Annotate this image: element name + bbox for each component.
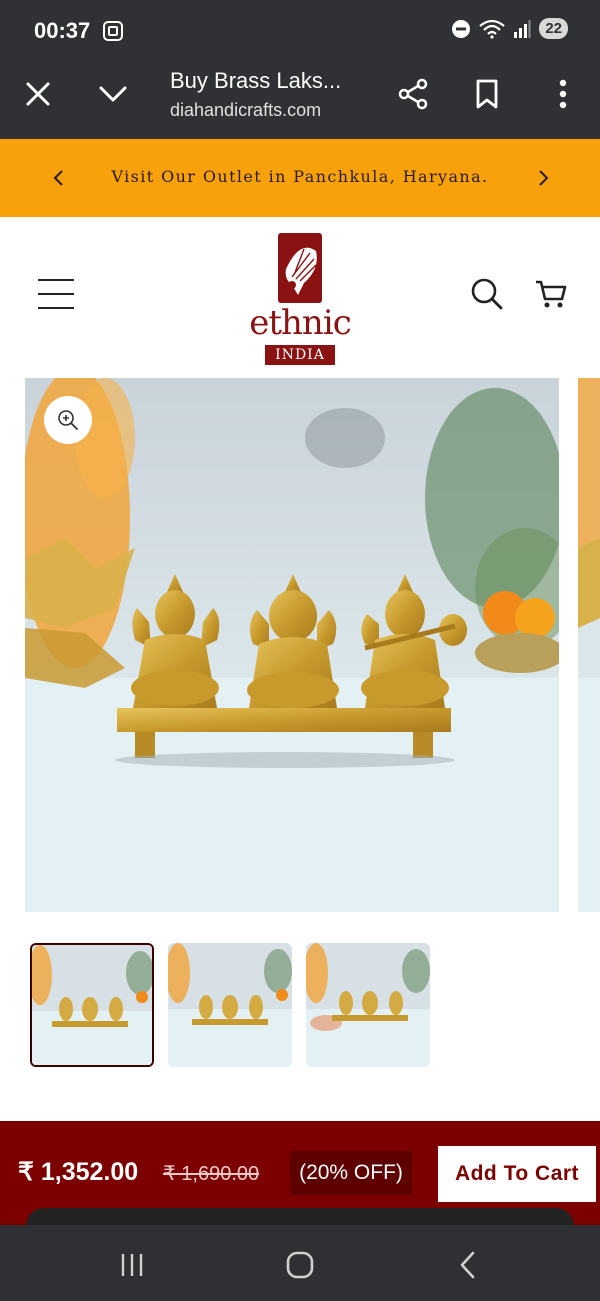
browser-toolbar: Buy Brass Laks... diahandicrafts.com xyxy=(0,62,600,139)
cart-button[interactable] xyxy=(534,277,568,311)
signal-icon xyxy=(514,19,531,38)
share-icon xyxy=(398,78,428,110)
product-photo xyxy=(25,378,559,912)
page-title[interactable]: Buy Brass Laks... xyxy=(170,68,341,94)
next-image-peek[interactable] xyxy=(578,378,600,912)
product-thumbnail-1[interactable] xyxy=(30,943,154,1067)
thumbnail-photo xyxy=(306,943,430,1067)
product-thumbnail-3[interactable] xyxy=(306,943,430,1067)
home-icon xyxy=(286,1251,314,1279)
close-tab-button[interactable] xyxy=(20,76,56,112)
cart-icon xyxy=(536,280,567,308)
product-photo-2 xyxy=(578,378,600,912)
thumbnail-photo xyxy=(32,945,152,1065)
back-button[interactable] xyxy=(448,1245,488,1285)
bookmark-button[interactable] xyxy=(470,74,504,114)
battery-icon: 22 xyxy=(539,18,568,39)
share-button[interactable] xyxy=(394,74,432,114)
wifi-icon xyxy=(479,19,506,39)
bookmark-icon xyxy=(476,79,498,109)
close-icon xyxy=(26,82,50,106)
status-time: 00:37 xyxy=(34,18,91,43)
site-header: ethnic INDIA xyxy=(0,217,600,377)
thumbnail-photo xyxy=(168,943,292,1067)
logo-text: ethnic xyxy=(249,303,352,343)
menu-icon[interactable] xyxy=(38,277,74,311)
more-options-button[interactable] xyxy=(548,74,578,114)
home-button[interactable] xyxy=(280,1245,320,1285)
add-to-cart-button[interactable]: Add To Cart xyxy=(438,1146,596,1202)
status-icons: 22 xyxy=(451,18,568,39)
chevron-down-icon xyxy=(99,86,127,102)
screenshot-icon xyxy=(103,21,123,41)
back-icon xyxy=(460,1251,475,1279)
system-nav-bar xyxy=(0,1225,600,1301)
product-main-image[interactable] xyxy=(25,378,559,912)
announcement-bar: Visit Our Outlet in Panchkula, Haryana. xyxy=(0,139,600,217)
discount-badge: (20% OFF) xyxy=(290,1151,412,1195)
minimize-button[interactable] xyxy=(94,76,132,112)
zoom-button[interactable] xyxy=(44,396,92,444)
ethnic-india-logo[interactable]: ethnic INDIA xyxy=(240,229,360,365)
dnd-icon xyxy=(452,19,471,38)
zoom-in-icon xyxy=(58,410,78,430)
search-button[interactable] xyxy=(470,277,504,311)
status-bar: 00:37 22 xyxy=(0,0,600,62)
search-icon xyxy=(471,278,503,310)
announcement-text[interactable]: Visit Our Outlet in Panchkula, Haryana. xyxy=(0,167,600,186)
logo-subtext: INDIA xyxy=(265,345,335,365)
bottom-sheet-handle xyxy=(26,1208,574,1226)
chevron-right-icon[interactable] xyxy=(532,166,554,190)
url-display[interactable]: diahandicrafts.com xyxy=(170,100,321,121)
current-price: ₹ 1,352.00 xyxy=(18,1158,139,1186)
product-thumbnail-2[interactable] xyxy=(168,943,292,1067)
recents-button[interactable] xyxy=(112,1245,152,1285)
logo-emblem xyxy=(278,233,322,303)
recents-icon xyxy=(121,1254,143,1276)
more-vert-icon xyxy=(559,79,567,109)
original-price: ₹ 1,690.00 xyxy=(163,1163,260,1185)
